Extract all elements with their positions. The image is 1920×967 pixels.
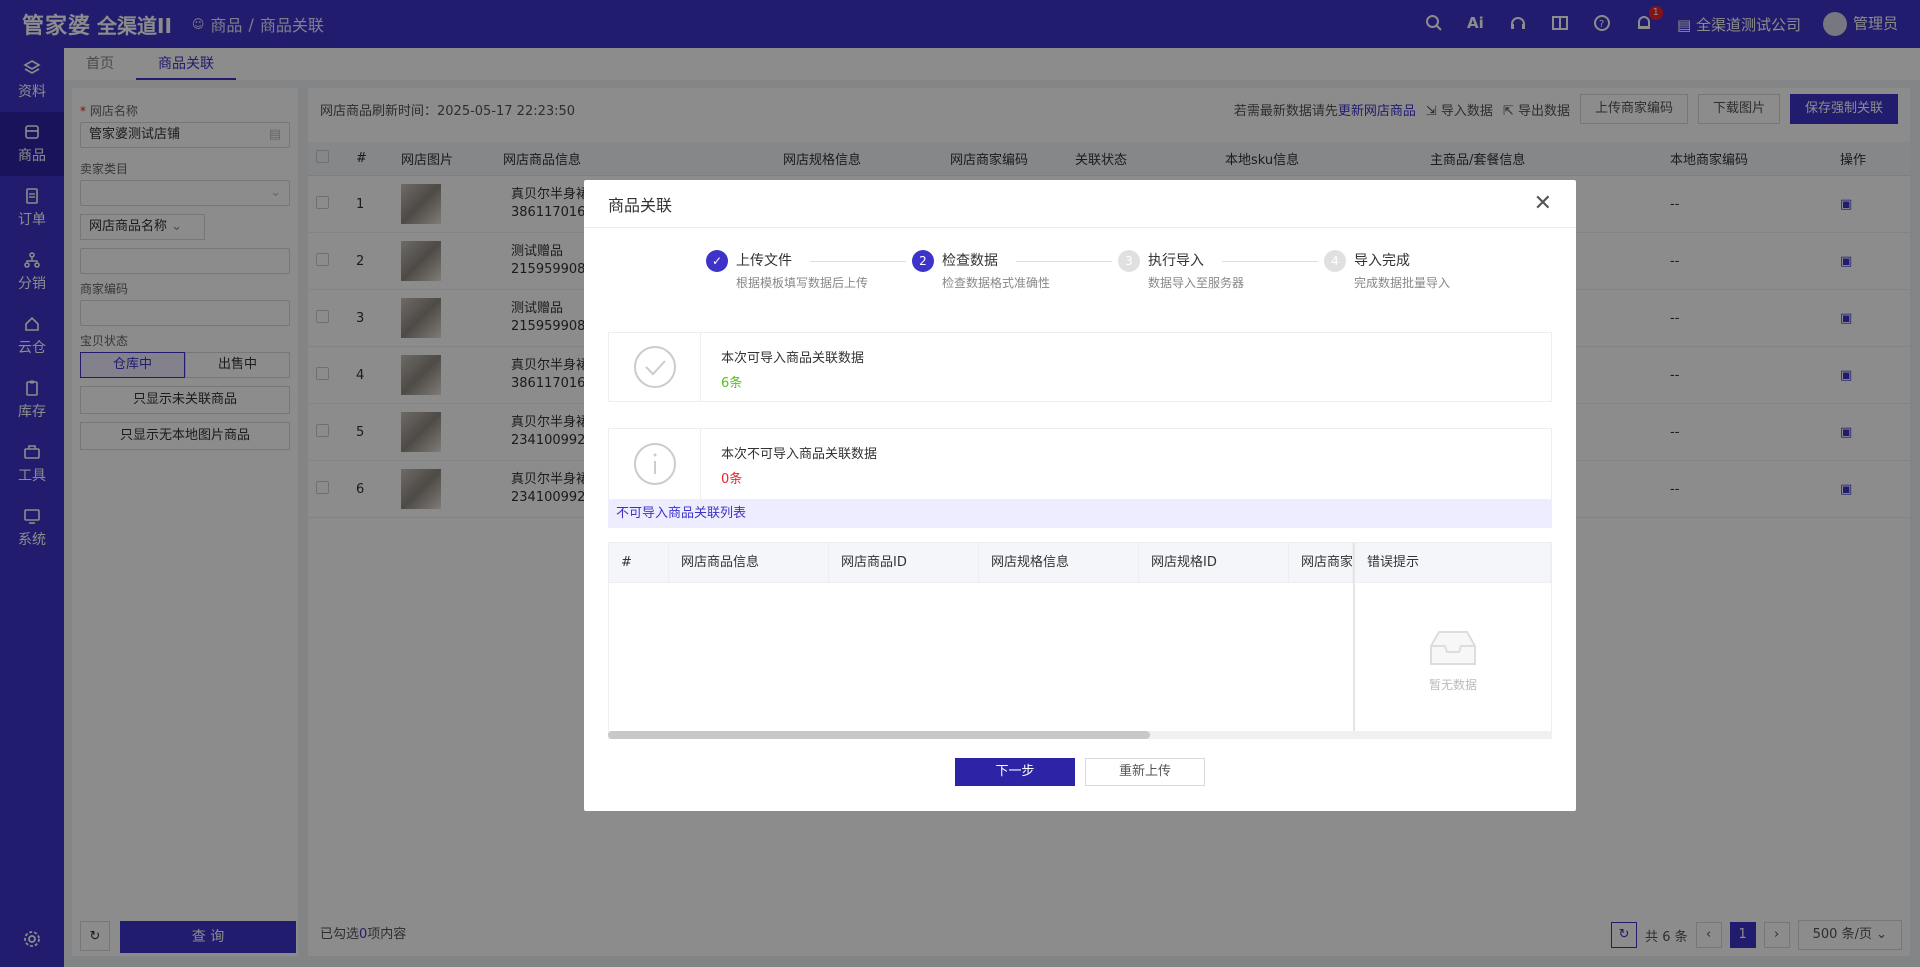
step-upload: ✓ 上传文件 根据模板填写数据后上传 [706,250,912,291]
not-importable-text: 本次不可导入商品关联数据 [721,447,878,462]
not-importable-card: 本次不可导入商品关联数据 0条 [608,428,1552,500]
step-check: 2 检查数据 检查数据格式准确性 [912,250,1118,291]
step-title: 上传文件 [736,253,792,269]
reupload-button[interactable]: 重新上传 [1085,758,1205,786]
col-error: 错误提示 [1353,542,1551,583]
step-execute: 3 执行导入 数据导入至服务器 [1118,250,1324,291]
step-title: 执行导入 [1148,253,1204,269]
importable-text: 本次可导入商品关联数据 [721,351,865,366]
close-icon[interactable]: ✕ [1534,191,1552,216]
error-list-title: 不可导入商品关联列表 [608,500,1552,528]
importable-card: 本次可导入商品关联数据 6条 [608,332,1552,402]
step-number: 2 [912,250,934,272]
step-desc: 数据导入至服务器 [1148,276,1245,290]
check-circle-icon [633,346,676,388]
step-number: 3 [1118,250,1140,272]
col-product-info: 网店商品信息 [669,542,829,583]
error-table-header: # 网店商品信息 网店商品ID 网店规格信息 网店规格ID 网店商家编码 错误提… [609,542,1551,583]
import-steps: ✓ 上传文件 根据模板填写数据后上传 2 检查数据 检查数据格式准确性 3 执行导入 … [706,250,1530,291]
info-circle-icon [633,443,676,485]
dialog-title: 商品关联 [608,195,673,215]
next-step-button[interactable]: 下一步 [955,758,1075,786]
step-title: 检查数据 [942,253,998,269]
check-icon: ✓ [706,250,728,272]
col-product-id: 网店商品ID [829,542,979,583]
scrollbar-thumb[interactable] [608,731,1150,739]
col-spec-id: 网店规格ID [1139,542,1289,583]
empty-state: 暂无数据 [1353,583,1551,737]
col-spec-info: 网店规格信息 [979,542,1139,583]
step-number: 4 [1324,250,1346,272]
importable-count: 6条 [721,376,743,391]
step-finish: 4 导入完成 完成数据批量导入 [1324,250,1530,291]
not-importable-count: 0条 [721,472,743,487]
step-desc: 根据模板填写数据后上传 [736,276,869,290]
link-import-dialog: 商品关联 ✕ ✓ 上传文件 根据模板填写数据后上传 2 检查数据 检查数据格式准确性… [584,180,1576,811]
step-desc: 完成数据批量导入 [1354,276,1451,290]
empty-box-icon [1430,630,1476,665]
error-table: # 网店商品信息 网店商品ID 网店规格信息 网店规格ID 网店商家编码 错误提… [608,542,1552,738]
col-index: # [609,542,669,583]
step-desc: 检查数据格式准确性 [942,276,1051,290]
step-title: 导入完成 [1354,253,1410,269]
empty-text: 暂无数据 [1428,677,1477,692]
col-shop-code: 网店商家编码 [1289,542,1353,583]
horizontal-scrollbar[interactable] [608,731,1552,739]
